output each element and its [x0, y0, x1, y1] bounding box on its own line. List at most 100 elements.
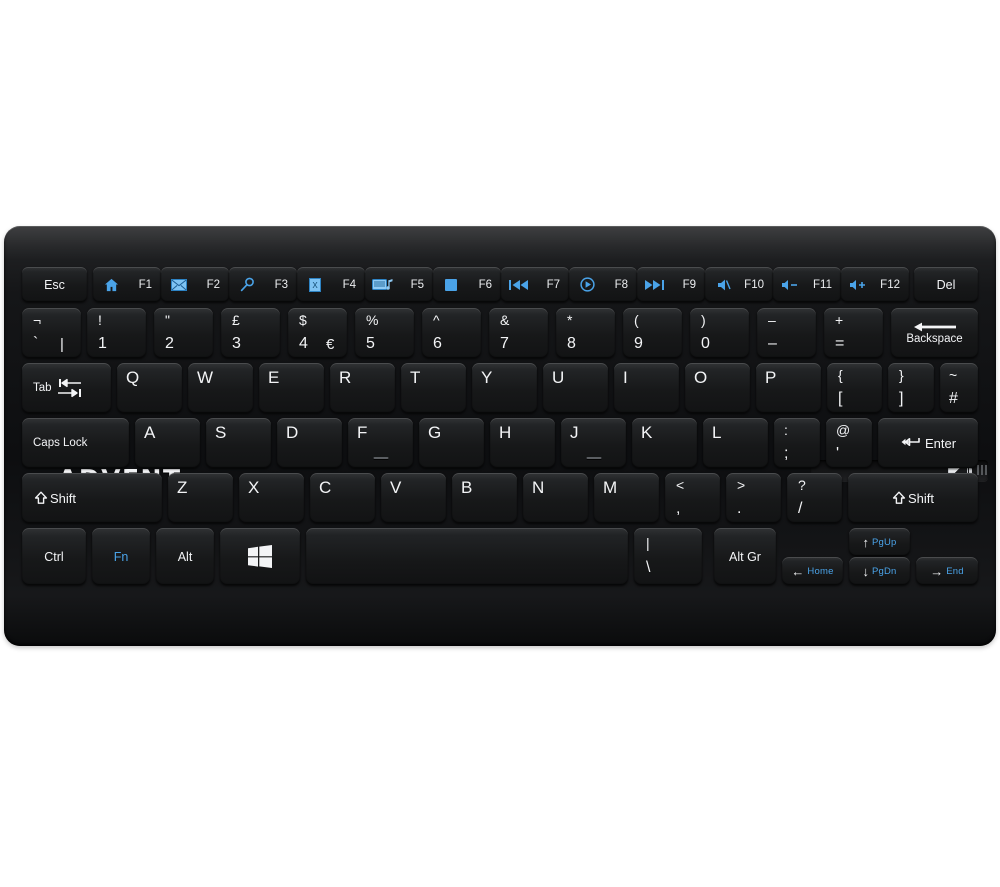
key-6[interactable]: ^ 6 — [422, 308, 481, 358]
key-backslash[interactable]: | \ — [634, 528, 702, 585]
key-label-bottom: 9 — [634, 335, 643, 352]
key-1[interactable]: ! 1 — [87, 308, 146, 358]
volume-down-icon — [781, 278, 800, 292]
key-3[interactable]: £ 3 — [221, 308, 280, 358]
key-q[interactable]: Q — [117, 363, 182, 413]
tab-arrows-icon — [57, 378, 83, 398]
key-f11[interactable]: F11 — [773, 267, 841, 302]
key-bracket-right[interactable]: } ] — [888, 363, 934, 413]
key-g[interactable]: G — [419, 418, 484, 468]
key-label-bottom: 3 — [232, 335, 241, 352]
key-y[interactable]: Y — [472, 363, 537, 413]
key-period[interactable]: > . — [726, 473, 781, 523]
key-f4[interactable]: X F4 — [297, 267, 365, 302]
key-f1[interactable]: F1 — [93, 267, 161, 302]
key-shift-left[interactable]: Shift — [22, 473, 162, 523]
key-l[interactable]: L — [703, 418, 768, 468]
key-caps-lock[interactable]: Caps Lock — [22, 418, 129, 468]
key-v[interactable]: V — [381, 473, 446, 523]
key-label: E — [268, 368, 280, 387]
key-0[interactable]: ) 0 — [690, 308, 749, 358]
key-label: G — [428, 423, 442, 442]
key-label-top: } — [899, 367, 904, 383]
key-r[interactable]: R — [330, 363, 395, 413]
key-m[interactable]: M — [594, 473, 659, 523]
key-label: PgUp — [871, 536, 897, 548]
key-f9[interactable]: F9 — [637, 267, 705, 302]
key-arrow-down[interactable]: ↓ PgDn — [849, 557, 910, 585]
key-fn[interactable]: Fn — [92, 528, 150, 585]
key-a[interactable]: A — [135, 418, 200, 468]
key-f2[interactable]: F2 — [161, 267, 229, 302]
key-shift-right[interactable]: Shift — [848, 473, 978, 523]
key-f8[interactable]: F8 — [569, 267, 637, 302]
key-x[interactable]: X — [239, 473, 304, 523]
key-7[interactable]: & 7 — [489, 308, 548, 358]
key-f6[interactable]: F6 — [433, 267, 501, 302]
key-9[interactable]: ( 9 — [623, 308, 682, 358]
key-backspace[interactable]: Backspace — [891, 308, 978, 358]
key-e[interactable]: E — [259, 363, 324, 413]
key-hash[interactable]: ~ # — [940, 363, 978, 413]
key-label-bottom: . — [737, 500, 742, 517]
key-semicolon[interactable]: : ; — [774, 418, 820, 468]
key-label-bottom: , — [676, 500, 681, 517]
key-equals[interactable]: + = — [824, 308, 883, 358]
key-label: N — [532, 478, 545, 497]
key-i[interactable]: I — [614, 363, 679, 413]
homing-bar — [586, 457, 601, 459]
key-w[interactable]: W — [188, 363, 253, 413]
key-label-top: £ — [232, 312, 240, 328]
key-enter[interactable]: Enter — [878, 418, 978, 468]
key-arrow-left[interactable]: ← Home — [782, 557, 843, 585]
key-label-top: { — [838, 367, 843, 383]
key-label-bottom: 6 — [433, 335, 442, 352]
key-5[interactable]: % 5 — [355, 308, 414, 358]
key-f7[interactable]: F7 — [501, 267, 569, 302]
key-f10[interactable]: F10 — [705, 267, 773, 302]
key-j[interactable]: J — [561, 418, 626, 468]
next-track-icon — [645, 278, 665, 292]
key-c[interactable]: C — [310, 473, 375, 523]
key-minus[interactable]: – – — [757, 308, 816, 358]
key-alt[interactable]: Alt — [156, 528, 214, 585]
key-arrow-right[interactable]: → End — [916, 557, 978, 585]
key-slash[interactable]: ? / — [787, 473, 842, 523]
key-k[interactable]: K — [632, 418, 697, 468]
key-backtick[interactable]: ¬ ` | — [22, 308, 81, 358]
key-f5[interactable]: F5 — [365, 267, 433, 302]
key-u[interactable]: U — [543, 363, 608, 413]
key-2[interactable]: " 2 — [154, 308, 213, 358]
key-f[interactable]: F — [348, 418, 413, 468]
key-apostrophe[interactable]: @ ' — [826, 418, 872, 468]
key-f12[interactable]: F12 — [841, 267, 909, 302]
key-alt-gr[interactable]: Alt Gr — [714, 528, 776, 585]
key-f3[interactable]: F3 — [229, 267, 297, 302]
key-label: Z — [177, 478, 188, 497]
key-del[interactable]: Del — [914, 267, 978, 302]
key-tab[interactable]: Tab — [22, 363, 111, 413]
key-space[interactable] — [306, 528, 628, 585]
key-label-top: ( — [634, 312, 639, 328]
key-bracket-left[interactable]: { [ — [827, 363, 882, 413]
key-windows[interactable] — [220, 528, 300, 585]
key-t[interactable]: T — [401, 363, 466, 413]
key-arrow-up[interactable]: ↑ PgUp — [849, 528, 910, 556]
key-label: S — [215, 423, 227, 442]
key-label: Ctrl — [44, 549, 64, 564]
key-p[interactable]: P — [756, 363, 821, 413]
key-h[interactable]: H — [490, 418, 555, 468]
key-s[interactable]: S — [206, 418, 271, 468]
key-n[interactable]: N — [523, 473, 588, 523]
key-z[interactable]: Z — [168, 473, 233, 523]
key-comma[interactable]: < , — [665, 473, 720, 523]
key-esc[interactable]: Esc — [22, 267, 87, 302]
key-4[interactable]: $ 4 € — [288, 308, 347, 358]
key-8[interactable]: * 8 — [556, 308, 615, 358]
key-label: Y — [481, 368, 493, 387]
key-d[interactable]: D — [277, 418, 342, 468]
key-b[interactable]: B — [452, 473, 517, 523]
key-label: Esc — [44, 277, 65, 292]
key-ctrl[interactable]: Ctrl — [22, 528, 86, 585]
key-o[interactable]: O — [685, 363, 750, 413]
